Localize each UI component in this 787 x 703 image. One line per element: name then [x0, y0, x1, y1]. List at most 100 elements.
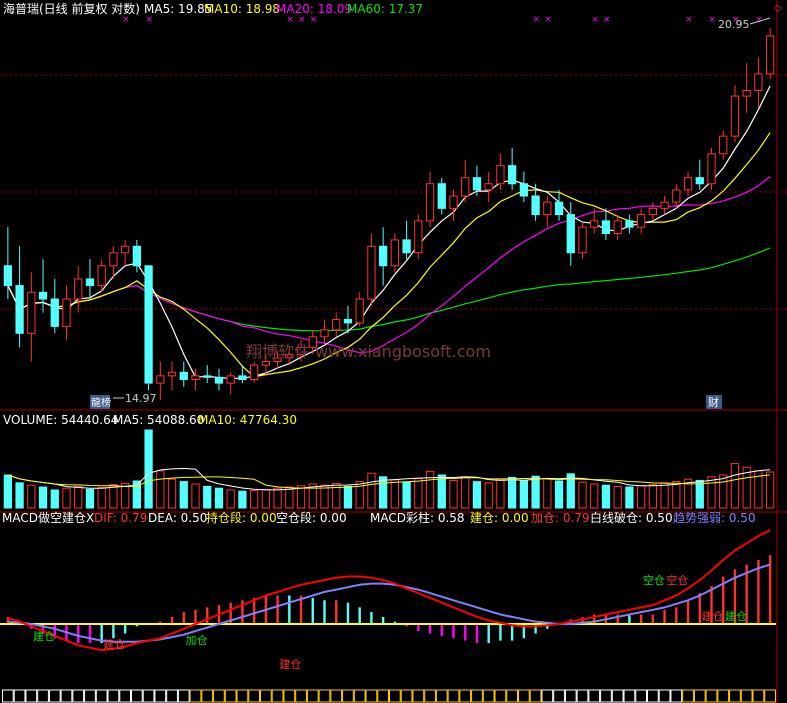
volume-bar — [320, 484, 329, 509]
candle-body — [121, 245, 130, 254]
macd-bar — [182, 612, 185, 624]
macd-bar — [123, 624, 127, 634]
candle-body — [449, 195, 458, 209]
volume-bar — [414, 478, 423, 509]
macd-dif: DIF: 0.79 — [94, 511, 147, 525]
candle-body — [167, 371, 177, 377]
candle-body — [109, 252, 118, 267]
candle-body — [472, 177, 482, 191]
candle-body — [132, 245, 141, 267]
candle-body — [683, 177, 693, 191]
x-mark-icon: × — [286, 15, 294, 25]
macd-bar — [475, 624, 479, 643]
candle-body — [50, 298, 59, 327]
macd-bar — [639, 614, 643, 624]
volume-ma10-label: MA10: 47764.30 — [198, 413, 297, 427]
volume-bar — [203, 485, 212, 509]
candle-body — [261, 360, 270, 366]
candle-body — [578, 226, 587, 254]
x-mark-icon: × — [709, 15, 717, 25]
macd-bar — [663, 609, 666, 624]
volume-bar — [531, 475, 540, 509]
signal-label: 建仓 — [103, 637, 125, 651]
macd-bar — [311, 597, 314, 624]
candle-body — [590, 220, 599, 228]
macd-bar — [628, 614, 631, 624]
volume-bar — [38, 486, 48, 509]
signal-label: 空仓 — [643, 573, 665, 587]
candle-body — [754, 73, 763, 91]
x-mark-icon: × — [122, 15, 130, 25]
volume-bar — [672, 481, 681, 509]
x-mark-icon: × — [146, 15, 154, 25]
macd-bar — [370, 612, 373, 624]
macd-short: 空仓段: 0.00 — [276, 510, 347, 525]
volume-bar — [191, 483, 200, 509]
volume-label: VOLUME: 54440.64 — [3, 413, 118, 427]
candle-body — [719, 135, 728, 155]
x-mark-icon: × — [533, 15, 541, 25]
candle-body — [367, 245, 376, 300]
macd-bar — [499, 624, 502, 641]
candle-body — [648, 207, 657, 216]
macd-build: 建仓: 0.00 — [470, 511, 529, 525]
candle-body — [601, 220, 611, 235]
volume-bar — [590, 483, 599, 509]
candle-body — [672, 189, 681, 203]
candle-body — [226, 375, 235, 384]
volume-bar — [390, 479, 399, 509]
macd-bar — [464, 624, 467, 641]
volume-bar — [97, 487, 106, 509]
volume-bar — [402, 481, 411, 509]
x-mark-icon: × — [298, 15, 306, 25]
volume-bar — [437, 474, 446, 509]
macd-bar — [358, 607, 361, 624]
volume-bar — [214, 487, 224, 509]
volume-bar — [472, 481, 482, 509]
candle-body — [414, 220, 423, 254]
candle-body — [425, 183, 435, 222]
volume-bar — [461, 477, 470, 509]
stock-chart[interactable]: 海普瑞(日线 前复权 对数) MA5: 19.85 MA10: 18.98 MA… — [0, 0, 787, 703]
macd-bar — [112, 624, 115, 639]
volume-bar — [62, 487, 71, 509]
volume-bar — [625, 486, 634, 509]
macd-bar — [323, 600, 326, 624]
candle-body — [250, 364, 259, 380]
volume-bar — [648, 484, 657, 509]
macd-name: MACD做空建仓X — [2, 510, 94, 525]
candle-body — [554, 201, 564, 216]
volume-bar — [179, 481, 188, 509]
macd-bar — [335, 600, 338, 624]
volume-bar — [50, 489, 59, 509]
volume-bar — [766, 471, 775, 509]
macd-break: 白线破仓: 0.50 — [590, 510, 673, 525]
macd-bar — [194, 609, 197, 624]
diamond-icon[interactable]: ◇ — [774, 3, 782, 14]
volume-bar — [707, 476, 716, 509]
macd-bar — [675, 607, 678, 624]
volume-bar — [613, 485, 622, 509]
candle-body — [74, 278, 83, 300]
volume-bar — [695, 479, 704, 509]
ma60-label: MA60: 17.37 — [347, 2, 423, 16]
candle-body — [203, 375, 212, 378]
signal-label: 建仓 — [702, 609, 724, 623]
volume-bar — [496, 478, 505, 509]
volume-bar — [156, 470, 165, 509]
volume-bar — [121, 482, 130, 509]
volume-bar — [250, 490, 259, 509]
candle-body — [390, 239, 399, 267]
volume-bar — [27, 484, 36, 509]
candle-body — [214, 376, 224, 384]
x-mark-icon: × — [685, 15, 693, 25]
x-mark-icon: × — [603, 15, 611, 25]
candle-body — [484, 183, 493, 191]
macd-bar — [651, 614, 655, 624]
ma20-label: MA20: 18.09 — [276, 2, 352, 16]
volume-bar — [519, 479, 528, 509]
finance-badge-label: 财 — [708, 395, 719, 409]
candle-body — [437, 183, 446, 209]
macd-bar — [346, 602, 350, 624]
volume-bar — [226, 489, 235, 509]
